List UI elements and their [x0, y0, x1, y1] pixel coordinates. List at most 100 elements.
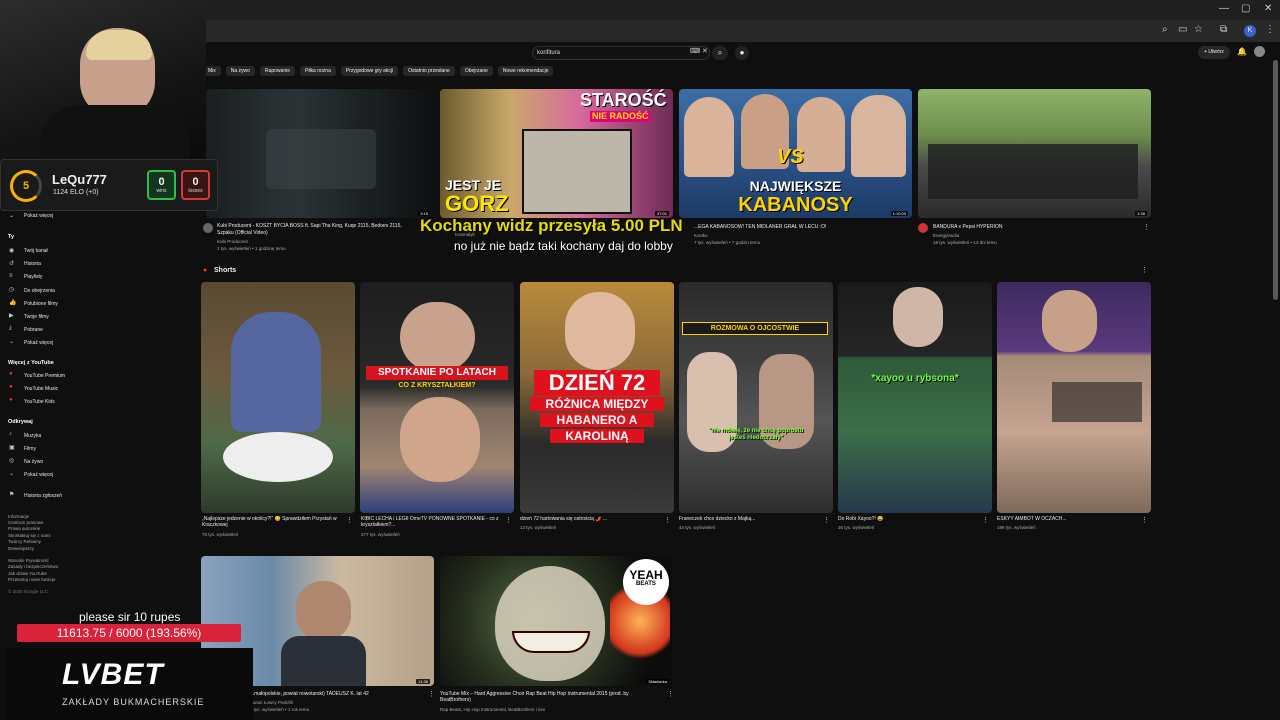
- your-videos-icon: ▶: [9, 313, 14, 319]
- extensions-icon[interactable]: ⧉: [1220, 24, 1227, 35]
- bookmark-star-icon[interactable]: ☆: [1194, 24, 1203, 35]
- sidebar-item-downloads[interactable]: Pobrane: [24, 327, 43, 333]
- browser-profile-avatar[interactable]: K: [1244, 25, 1256, 37]
- short-thumbnail[interactable]: SPOTKANIE PO LATACH CO Z KRYSZTAŁKIEM?: [360, 282, 514, 513]
- sidebar-explore-show-more[interactable]: Pokaż więcej: [24, 472, 53, 478]
- channel-avatar[interactable]: [918, 223, 928, 233]
- short-thumbnail[interactable]: [201, 282, 355, 513]
- more-options-icon[interactable]: ⋮: [664, 516, 671, 524]
- download-icon: ⤓: [9, 325, 12, 331]
- losses-label: losses: [188, 188, 203, 194]
- video-channel[interactable]: Kanał: Łowcy Pedofili: [250, 700, 293, 705]
- footer-link[interactable]: Deweloperzy: [8, 546, 34, 551]
- filter-chips: Mix Na żywo Rapowanie Piłka nożna Przygo…: [203, 66, 554, 76]
- video-title[interactable]: Kubi Producent - KOSZT BYCIA BOSS ft. Sa…: [217, 223, 417, 237]
- video-thumbnail[interactable]: 1:38: [918, 89, 1151, 218]
- minimize-icon[interactable]: —: [1219, 3, 1229, 14]
- notifications-bell-icon[interactable]: 🔔: [1237, 47, 1247, 56]
- more-options-icon[interactable]: ⋮: [982, 516, 989, 524]
- more-options-icon[interactable]: ⋮: [346, 516, 353, 524]
- sidebar-item-liked[interactable]: Polubione filmy: [24, 301, 58, 307]
- video-title[interactable]: ...EGA KABANOSÓW! TEN MIDLANER GRAŁ W LE…: [694, 224, 894, 230]
- short-thumbnail[interactable]: DZIEŃ 72 RÓŻNICA MIĘDZY HABANERO A KAROL…: [520, 282, 674, 513]
- chip-live[interactable]: Na żywo: [225, 66, 255, 76]
- chip-adventure-games[interactable]: Przygodowe gry akcji: [340, 66, 399, 76]
- search-input[interactable]: konfitura: [532, 46, 710, 60]
- sidebar-heading-you[interactable]: Ty: [8, 234, 14, 240]
- more-options-icon[interactable]: ⋮: [428, 690, 435, 698]
- sidebar-item-your-videos[interactable]: Twoje filmy: [24, 314, 49, 320]
- footer-link[interactable]: Przetestuj nowe funkcje: [8, 577, 56, 582]
- video-thumbnail[interactable]: VS NAJWIĘKSZE KABANOSY 1:10:03: [679, 89, 912, 218]
- more-options-icon[interactable]: ⋮: [667, 690, 674, 698]
- footer-link[interactable]: Centrum prasowe: [8, 520, 44, 525]
- short-thumbnail[interactable]: [997, 282, 1151, 513]
- short-title[interactable]: Do Robi Xayoo?! 😂: [838, 516, 983, 522]
- short-title[interactable]: „Najlepsze jedzenie w okolicy?!” 😋 Spraw…: [202, 516, 347, 528]
- footer-link[interactable]: Prawa autorskie: [8, 526, 40, 531]
- footer-link[interactable]: Warunki Prywatność: [8, 558, 49, 563]
- short-title[interactable]: KIBIC LECHA i LEGII OmeTV PONOWNE SPOTKA…: [361, 516, 501, 528]
- short-meta: 277 tys. wyświetleń: [361, 532, 400, 537]
- copyright: © 2025 Google LLC: [8, 589, 48, 594]
- sidebar-you-show-more[interactable]: Pokaż więcej: [24, 340, 53, 346]
- search-button[interactable]: ⌕: [712, 46, 728, 60]
- clear-search-icon[interactable]: ⌨ ✕: [690, 47, 708, 55]
- video-channel[interactable]: Kubi Producent: [217, 239, 248, 244]
- close-window-icon[interactable]: ✕: [1264, 3, 1272, 14]
- footer-link[interactable]: Skontaktuj się z nami: [8, 533, 51, 538]
- more-options-icon[interactable]: ⋮: [1143, 223, 1150, 231]
- sidebar-item-watch-later[interactable]: Do obejrzenia: [24, 288, 55, 294]
- short-title[interactable]: Franeczek chce dziecko z Majką...: [679, 516, 824, 522]
- duration-badge: 11:36: [416, 679, 430, 684]
- video-title[interactable]: ...małopolskie, powiat nowotarski) TADEU…: [250, 691, 430, 697]
- short-thumbnail[interactable]: *xayoo u rybsona*: [838, 282, 992, 513]
- zoom-icon[interactable]: ⌕: [1162, 24, 1168, 35]
- video-thumbnail[interactable]: 3:15: [206, 89, 434, 218]
- short-title[interactable]: ESKYY AIMBOT W OCZACH...: [997, 516, 1142, 522]
- voice-search-button[interactable]: ●: [735, 46, 749, 60]
- video-title[interactable]: BANDURA x Pepsi HYPERION: [933, 224, 1133, 230]
- short-meta: 75 tys. wyświetleń: [202, 532, 239, 537]
- more-options-icon[interactable]: ⋮: [1141, 266, 1148, 274]
- footer-link[interactable]: Jak działa YouTube: [8, 571, 47, 576]
- footer-link[interactable]: Twórcy Reklamy: [8, 539, 41, 544]
- more-options-icon[interactable]: ⋮: [1141, 516, 1148, 524]
- video-channel[interactable]: Kosiku: [694, 233, 708, 238]
- create-button[interactable]: + Utwórz: [1198, 46, 1230, 59]
- short-thumbnail[interactable]: ROZMOWA O OJCOSTWIE "nie mówię, że nie c…: [679, 282, 833, 513]
- chip-new-to-you[interactable]: Nowe rekomendacje: [497, 66, 554, 76]
- sidebar-show-more[interactable]: Pokaż więcej: [24, 213, 53, 219]
- sidebar-item-music[interactable]: Muzyka: [24, 433, 41, 439]
- sidebar-item-live[interactable]: Na żywo: [24, 459, 43, 465]
- video-thumbnail[interactable]: YEAH BEATS Składanka: [440, 556, 673, 686]
- sidebar-item-history[interactable]: Historia: [24, 261, 41, 267]
- video-thumbnail[interactable]: STAROŚĆ NIE RADOŚĆ JEST JE GORZ 37:01: [440, 89, 673, 218]
- sidebar-item-kids[interactable]: YouTube Kids: [24, 399, 55, 405]
- sidebar-item-your-channel[interactable]: Twój kanał: [24, 248, 48, 254]
- short-title[interactable]: dzień 72 hartowania się ostrością 🌶️ ...: [520, 516, 665, 522]
- cast-icon[interactable]: ▭: [1178, 24, 1187, 35]
- sidebar-item-music-app[interactable]: YouTube Music: [24, 386, 58, 392]
- video-channel[interactable]: Energylandia: [933, 233, 959, 238]
- video-channel[interactable]: Rap Beats, Hip Hop Instrumental, BeatBro…: [440, 707, 545, 712]
- chip-football[interactable]: Piłka nożna: [300, 66, 336, 76]
- maximize-icon[interactable]: ▢: [1241, 3, 1250, 14]
- sidebar-item-report-history[interactable]: Historia zgłoszeń: [24, 493, 62, 499]
- sidebar-item-movies[interactable]: Filmy: [24, 446, 36, 452]
- chip-recently-uploaded[interactable]: Ostatnio przesłane: [403, 66, 455, 76]
- chip-rap[interactable]: Rapowanie: [259, 66, 295, 76]
- browser-menu-icon[interactable]: ⋮: [1265, 24, 1275, 35]
- footer-link[interactable]: Zasady i bezpieczeństwo: [8, 564, 58, 569]
- more-options-icon[interactable]: ⋮: [823, 516, 830, 524]
- channel-avatar[interactable]: [203, 223, 213, 233]
- video-title[interactable]: YouTube Mix – Hard Aggressive Choir Rap …: [440, 691, 655, 703]
- more-options-icon[interactable]: ⋮: [505, 516, 512, 524]
- youtube-avatar[interactable]: [1254, 46, 1265, 57]
- chevron-down-icon: ⌄: [9, 213, 15, 219]
- footer-link[interactable]: Informacje: [8, 514, 29, 519]
- scrollbar[interactable]: [1273, 60, 1278, 300]
- sidebar-item-playlists[interactable]: Playlisty: [24, 274, 42, 280]
- chip-watched[interactable]: Obejrzane: [459, 66, 493, 76]
- sidebar-item-premium[interactable]: YouTube Premium: [24, 373, 65, 379]
